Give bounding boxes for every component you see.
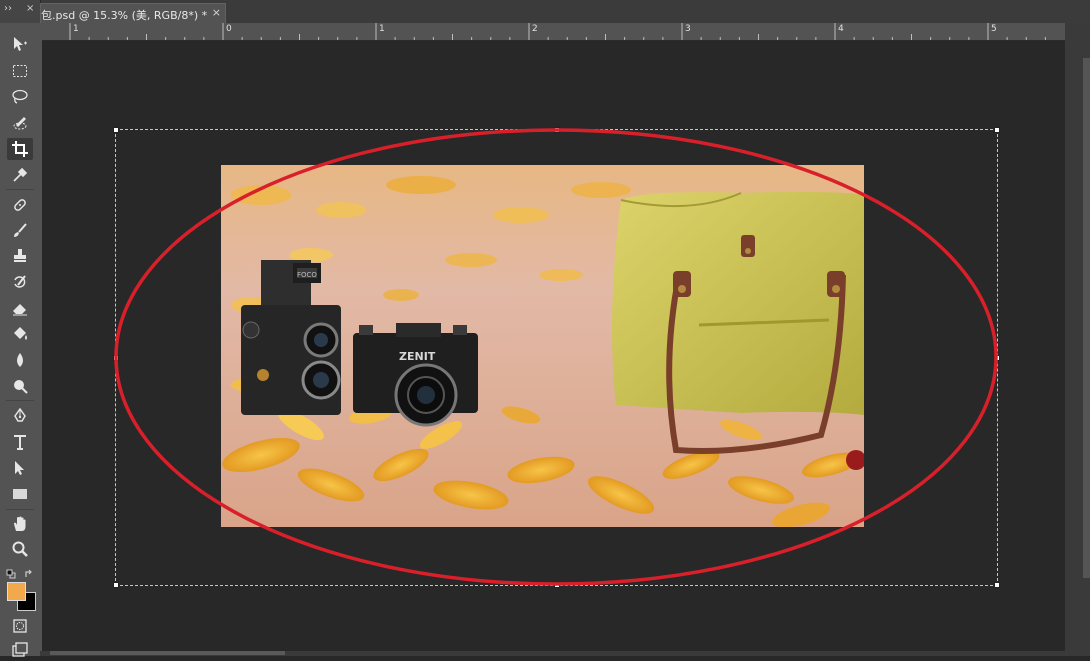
ruler-label: 3	[685, 24, 691, 34]
transform-handle-top-right[interactable]	[994, 127, 1000, 133]
eyedropper-tool-icon[interactable]	[7, 164, 33, 186]
close-panels-icon[interactable]: ×	[26, 3, 34, 15]
toolbar-divider	[6, 189, 34, 190]
ruler-label: 0	[226, 24, 232, 34]
horizontal-ruler: 1 0 1 2 3 4 5	[40, 23, 1065, 41]
paint-bucket-tool-icon[interactable]	[7, 323, 33, 345]
pen-tool-icon[interactable]	[7, 405, 33, 427]
vertical-scrollbar[interactable]	[1083, 58, 1090, 578]
swap-colors-icon[interactable]	[24, 564, 34, 577]
zoom-tool-icon[interactable]	[7, 538, 33, 560]
blur-tool-icon[interactable]	[7, 349, 33, 371]
document-tab[interactable]: 包.psd @ 15.3% (美, RGB/8*) * ×	[40, 3, 226, 23]
move-tool-icon[interactable]	[7, 33, 33, 55]
ruler-label: 1	[379, 24, 385, 34]
ruler-label: 5	[991, 24, 997, 34]
panel-controls: ›› ×	[0, 0, 41, 23]
ruler-ticks	[69, 23, 1046, 40]
crop-tool-icon[interactable]	[7, 138, 33, 160]
toolbar-divider	[6, 400, 34, 401]
document-tab-strip: ›› × 包.psd @ 15.3% (美, RGB/8*) * ×	[0, 0, 1090, 24]
hand-tool-icon[interactable]	[7, 513, 33, 535]
transform-handle-bottom[interactable]	[554, 582, 560, 588]
transform-handle-top-left[interactable]	[113, 127, 119, 133]
ruler-label: 4	[838, 24, 844, 34]
type-tool-icon[interactable]	[7, 431, 33, 453]
ruler-label: 1	[73, 24, 79, 34]
path-selection-tool-icon[interactable]	[7, 457, 33, 479]
transform-handle-bottom-left[interactable]	[113, 582, 119, 588]
transform-handle-left[interactable]	[113, 355, 119, 361]
transform-handle-right[interactable]	[994, 355, 1000, 361]
rectangle-tool-icon[interactable]	[7, 483, 33, 505]
history-brush-tool-icon[interactable]	[7, 271, 33, 293]
horizontal-scrollbar-thumb[interactable]	[50, 651, 285, 655]
clone-stamp-tool-icon[interactable]	[7, 245, 33, 267]
document-tab-title: 包.psd @ 15.3% (美, RGB/8*) *	[41, 9, 208, 22]
tools-panel	[0, 23, 41, 657]
panel-dock-edge	[1065, 23, 1090, 656]
quick-mask-icon[interactable]	[7, 615, 33, 637]
transform-handle-top[interactable]	[554, 127, 560, 133]
lasso-tool-icon[interactable]	[7, 86, 33, 108]
foreground-color-swatch[interactable]	[7, 582, 26, 601]
document-tab-close-icon[interactable]: ×	[212, 6, 221, 19]
default-colors-icon[interactable]	[6, 564, 16, 579]
brush-tool-icon[interactable]	[7, 220, 33, 242]
transform-handle-bottom-right[interactable]	[994, 582, 1000, 588]
screen-mode-icon[interactable]	[7, 639, 33, 661]
selection-bounding-box[interactable]	[113, 127, 1000, 588]
healing-brush-tool-icon[interactable]	[7, 194, 33, 216]
quick-selection-tool-icon[interactable]	[7, 112, 33, 134]
marquee-tool-icon[interactable]	[7, 60, 33, 82]
toolbar-divider	[6, 509, 34, 510]
eraser-tool-icon[interactable]	[7, 297, 33, 319]
ruler-label: 2	[532, 24, 538, 34]
dodge-tool-icon[interactable]	[7, 375, 33, 397]
collapse-panels-icon[interactable]: ››	[4, 3, 12, 15]
horizontal-scrollbar[interactable]	[40, 651, 1065, 656]
